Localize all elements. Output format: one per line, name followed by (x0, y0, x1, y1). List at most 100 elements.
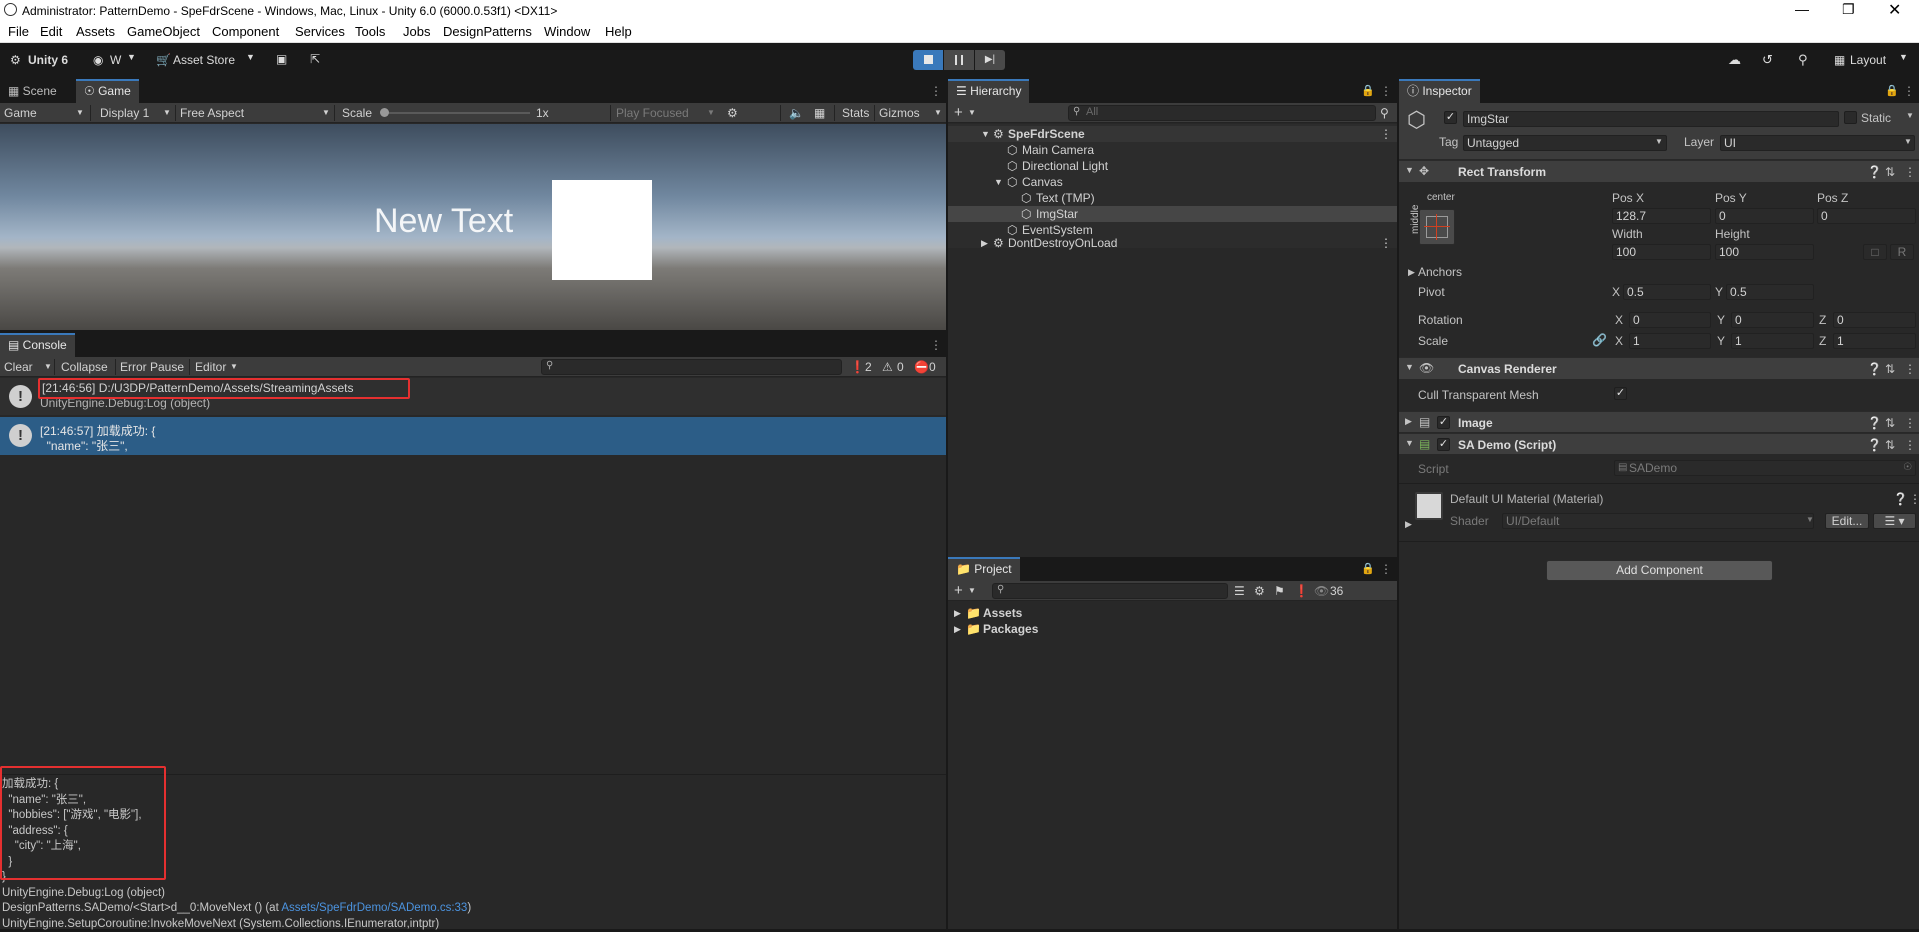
stats-button[interactable]: Stats (842, 103, 869, 123)
menu-gameobject[interactable]: GameObject (127, 24, 200, 39)
expand-icon[interactable]: ▼ (994, 174, 1003, 190)
tag-dropdown[interactable]: Untagged (1463, 135, 1667, 151)
scale-slider[interactable] (382, 112, 530, 114)
scene-search-icon[interactable]: ⚲ (1380, 103, 1389, 123)
more-menu-icon[interactable]: ⋮ (930, 84, 942, 98)
rotation-x-field[interactable]: 0 (1629, 312, 1711, 328)
project-search-input[interactable]: ⚲ (992, 583, 1228, 599)
menu-component[interactable]: Component (212, 24, 279, 39)
bug-icon[interactable]: ⚙ (727, 103, 738, 123)
more-menu-icon[interactable]: ⋮ (1903, 84, 1915, 98)
grid-icon[interactable]: ▦ (814, 103, 825, 123)
info-count-icon[interactable]: ❗ (850, 357, 865, 377)
menu-assets[interactable]: Assets (76, 24, 115, 39)
hierarchy-item[interactable]: ⬡ Directional Light (948, 158, 1397, 174)
static-checkbox[interactable] (1844, 111, 1857, 124)
link-icon[interactable]: 🔗 (1592, 333, 1607, 347)
cloud-icon[interactable]: ☁ (1728, 52, 1741, 68)
pause-button[interactable] (944, 50, 974, 70)
hierarchy-item[interactable]: ▼ ⬡ Canvas (948, 174, 1397, 190)
rotation-y-field[interactable]: 0 (1731, 312, 1814, 328)
settings-icon[interactable]: ⇅ (1885, 165, 1895, 179)
anchor-presets-button[interactable] (1419, 209, 1455, 245)
rect-transform-header[interactable]: ▼ ✥ Rect Transform ❔ ⇅ ⋮ (1399, 160, 1919, 182)
warning-filter-icon[interactable]: ❗ (1294, 581, 1309, 601)
play-focused-dropdown[interactable]: Play Focused (616, 103, 689, 123)
restore-icon[interactable]: ❐ (1842, 1, 1855, 18)
canvas-renderer-header[interactable]: ▼ 👁 Canvas Renderer ❔ ⇅ ⋮ (1399, 357, 1919, 379)
more-menu-icon[interactable]: ⋮ (1380, 235, 1392, 251)
hierarchy-scene-row[interactable]: ▼ ⚙ SpeFdrScene ⋮ (948, 126, 1397, 142)
help-icon[interactable]: ❔ (1867, 362, 1882, 376)
menu-window[interactable]: Window (544, 24, 590, 39)
menu-designpatterns[interactable]: DesignPatterns (443, 24, 532, 39)
more-menu-icon[interactable]: ⋮ (1380, 126, 1392, 142)
tab-scene[interactable]: ▦ Scene (0, 79, 65, 103)
expand-icon[interactable]: ▶ (954, 605, 961, 621)
audio-icon[interactable]: 🔈 (789, 103, 804, 123)
expand-icon[interactable]: ▶ (1405, 519, 1412, 530)
tab-console[interactable]: ▤ Console (0, 333, 75, 357)
height-field[interactable]: 100 (1715, 244, 1814, 260)
scale-y-field[interactable]: 1 (1731, 333, 1814, 349)
tab-hierarchy[interactable]: ☰ Hierarchy (948, 79, 1030, 103)
pivot-y-field[interactable]: 0.5 (1726, 284, 1814, 300)
project-folder[interactable]: ▶ 📁 Assets (948, 605, 1397, 621)
error-count-icon[interactable]: ⛔ (914, 357, 929, 377)
close-icon[interactable]: ✕ (1888, 0, 1901, 20)
settings-icon[interactable]: ⇅ (1885, 362, 1895, 376)
pos-x-field[interactable]: 128.7 (1612, 208, 1711, 224)
sa-demo-header[interactable]: ▼ ▤ ✓ SA Demo (Script) ❔ ⇅ ⋮ (1399, 433, 1919, 454)
add-icon[interactable]: + (954, 103, 963, 123)
step-button[interactable]: ▶| (975, 50, 1005, 70)
pos-z-field[interactable]: 0 (1817, 208, 1916, 224)
lock-icon[interactable]: 🔒 (1885, 84, 1899, 97)
rotation-z-field[interactable]: 0 (1833, 312, 1916, 328)
search-by-type-icon[interactable]: ☰ (1234, 581, 1245, 601)
tab-inspector[interactable]: ⓘ Inspector (1399, 79, 1480, 103)
console-search-input[interactable]: ⚲ (541, 359, 842, 375)
shader-options-dropdown[interactable]: ☰ ▾ (1873, 513, 1916, 529)
more-menu-icon[interactable]: ⋮ (1909, 492, 1919, 506)
image-header[interactable]: ▶ ▤ ✓ Image ❔ ⇅ ⋮ (1399, 411, 1919, 432)
history-icon[interactable]: ↺ (1762, 52, 1773, 68)
display-dropdown[interactable]: Display 1 (100, 103, 149, 123)
visibility-icon[interactable]: 👁 (1314, 581, 1329, 601)
raw-edit-button[interactable]: R (1890, 244, 1914, 260)
add-icon[interactable]: + (954, 581, 963, 601)
help-icon[interactable]: ❔ (1893, 492, 1908, 506)
console-entry-selected[interactable]: ! [21:46:57] 加载成功: { "name": "张三", (0, 417, 946, 455)
object-name-field[interactable]: ImgStar (1463, 111, 1839, 127)
expand-icon[interactable]: ▶ (1408, 267, 1415, 278)
expand-icon[interactable]: ▼ (1405, 438, 1414, 448)
version-control-icon[interactable]: ⇱ (310, 52, 320, 66)
game-mode-dropdown[interactable]: Game (4, 103, 37, 123)
hierarchy-item[interactable]: ⬡ Main Camera (948, 142, 1397, 158)
help-icon[interactable]: ❔ (1867, 438, 1882, 452)
more-menu-icon[interactable]: ⋮ (1904, 165, 1916, 179)
more-menu-icon[interactable]: ⋮ (1380, 84, 1392, 98)
help-icon[interactable]: ❔ (1867, 165, 1882, 179)
menu-services[interactable]: Services (295, 24, 345, 39)
hierarchy-dontdestroy-row[interactable]: ▶ ⚙ DontDestroyOnLoad ⋮ (948, 235, 1397, 251)
console-entry[interactable]: ! [21:46:56] D:/U3DP/PatternDemo/Assets/… (0, 378, 946, 415)
unity-version[interactable]: Unity 6 (28, 53, 68, 67)
clear-button[interactable]: Clear (4, 357, 33, 377)
expand-icon[interactable]: ▶ (981, 235, 988, 251)
tab-game[interactable]: ☉ Game (76, 79, 139, 103)
filter-icon[interactable]: ⚙ (1254, 581, 1265, 601)
account-button[interactable]: W (110, 53, 121, 67)
settings-icon[interactable]: ⇅ (1885, 416, 1895, 430)
expand-icon[interactable]: ▶ (954, 621, 961, 637)
more-menu-icon[interactable]: ⋮ (1380, 562, 1392, 576)
search-icon[interactable]: ⚲ (1798, 52, 1808, 68)
menu-help[interactable]: Help (605, 24, 632, 39)
shader-dropdown[interactable]: UI/Default (1502, 513, 1814, 529)
warning-count-icon[interactable]: ⚠ (882, 357, 893, 377)
expand-icon[interactable]: ▼ (981, 126, 990, 142)
lock-icon[interactable]: 🔒 (1361, 562, 1375, 575)
lock-icon[interactable]: 🔒 (1361, 84, 1375, 97)
minimize-icon[interactable]: — (1795, 1, 1809, 17)
layout-dropdown[interactable]: Layout (1850, 53, 1886, 67)
add-component-button[interactable]: Add Component (1546, 560, 1773, 581)
